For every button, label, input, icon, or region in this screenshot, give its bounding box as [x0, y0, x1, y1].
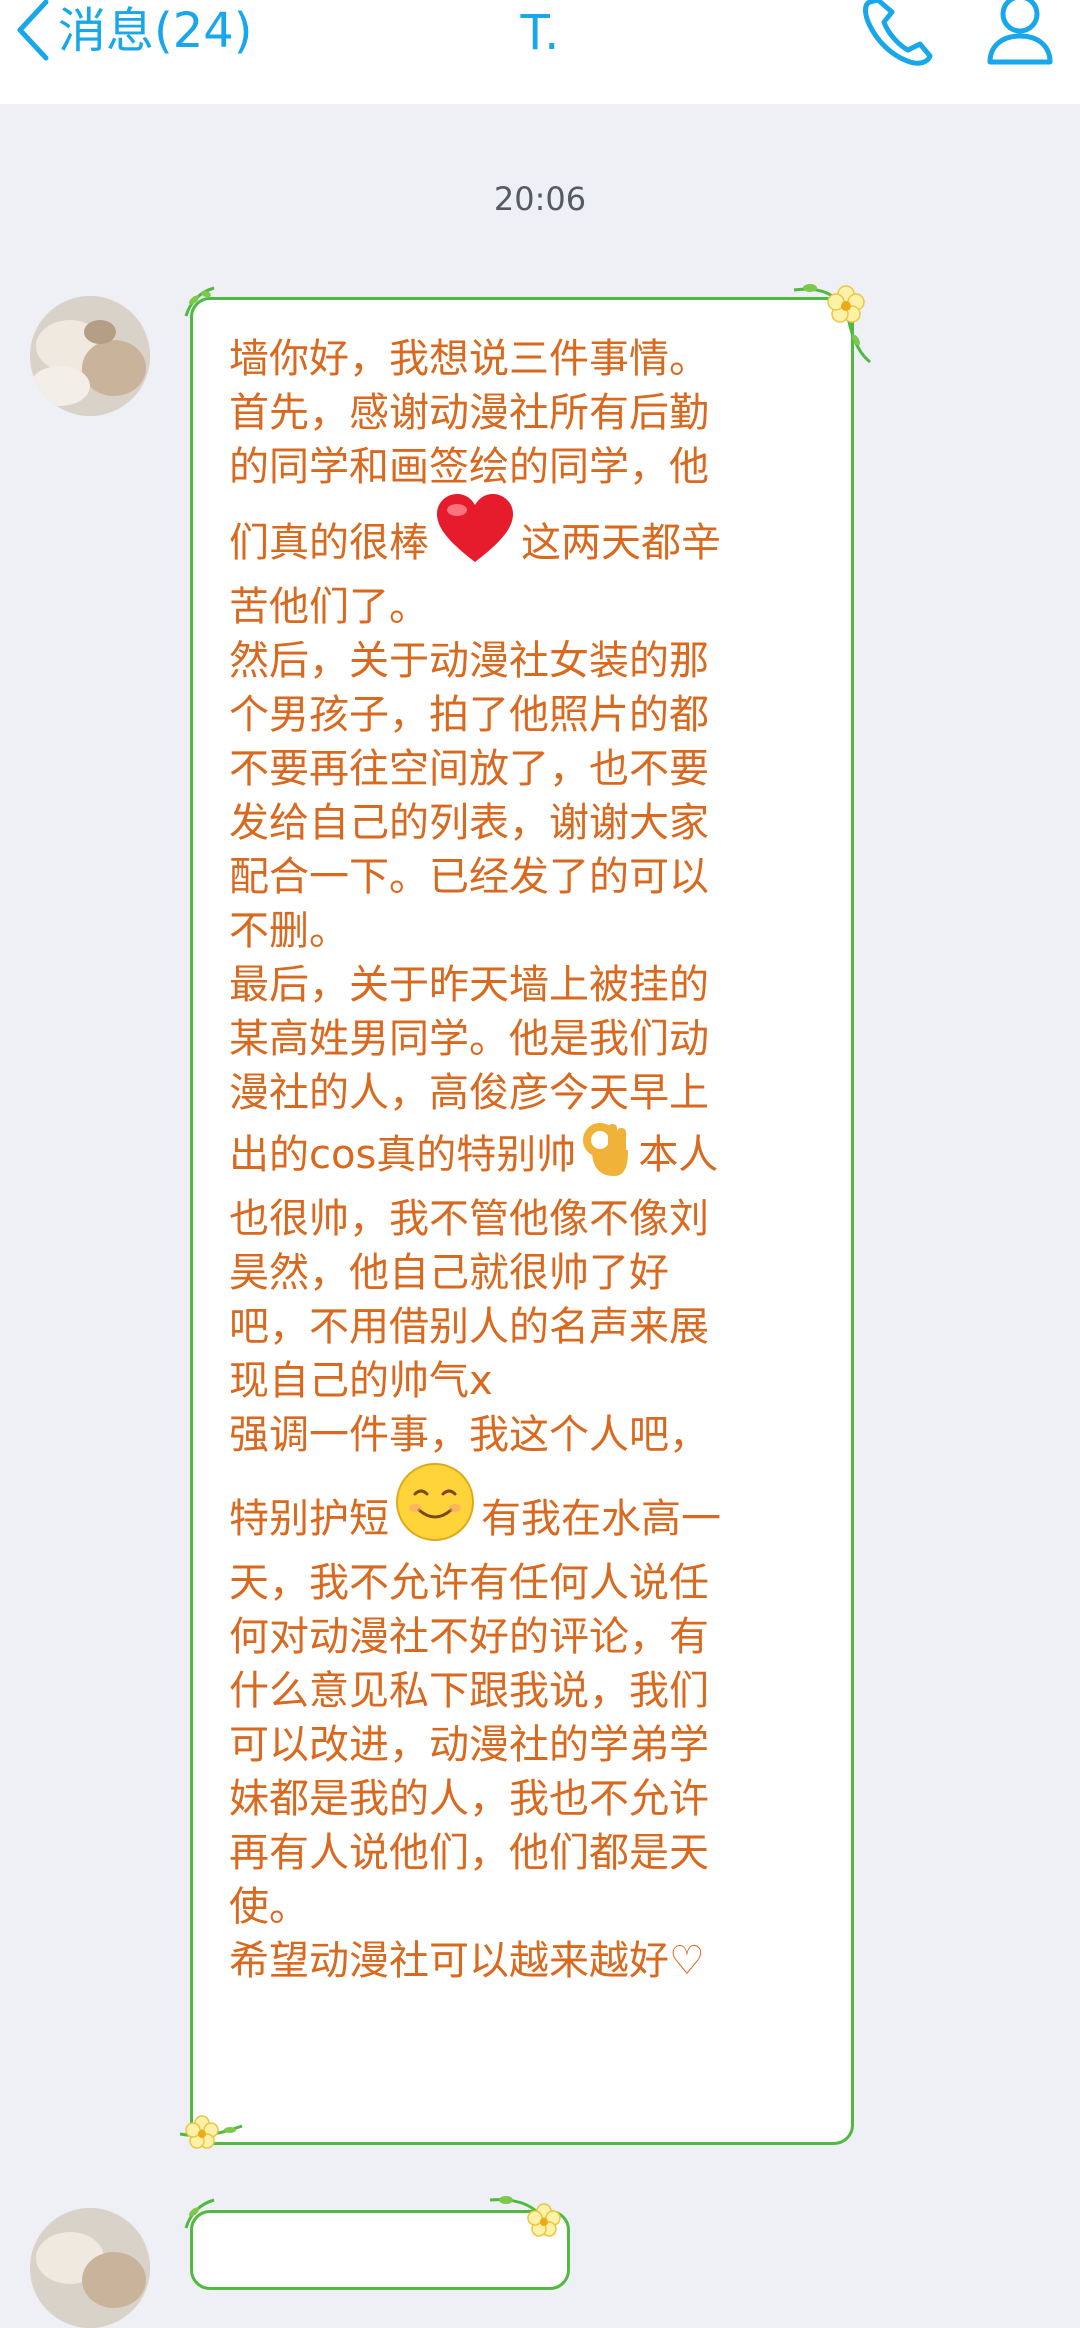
- message-text-segment: 特别护短: [229, 1496, 389, 1542]
- ok-hand-emoji: [582, 1120, 632, 1192]
- message-bubble[interactable]: 墙你好，我想说三件事情。 首先，感谢动漫社所有后勤 的同学和画签绘的同学，他 们…: [190, 297, 854, 2145]
- person-icon: [987, 0, 1053, 65]
- message-text-segment: 本人: [638, 1132, 719, 1178]
- profile-button[interactable]: [980, 0, 1060, 70]
- chevron-left-icon: [17, 0, 49, 61]
- sender-avatar[interactable]: [30, 2208, 150, 2328]
- red-heart-emoji: [435, 494, 515, 580]
- chat-header: 消息(24) T.: [0, 0, 1080, 104]
- message-text-segment: 墙你好，我想说三件事情。 首先，感谢动漫社所有后勤 的同学和画签绘的同学，他: [229, 336, 709, 490]
- smiling-face-emoji: [395, 1462, 475, 1556]
- message-text-segment: 们真的很棒: [229, 520, 429, 566]
- message-bubble[interactable]: [190, 2210, 570, 2290]
- message-text-segment: 也很帅，我不管他像不像刘 昊然，他自己就很帅了好 吧，不用借别人的名声来展 现自…: [229, 1196, 709, 1458]
- message-timestamp: 20:06: [493, 180, 587, 218]
- message-text-segment: 天，我不允许有任何人说任 何对动漫社不好的评论，有 什么意见私下跟我说，我们 可…: [229, 1560, 709, 1984]
- message-text-segment: 有我在水高一: [481, 1496, 721, 1542]
- sender-avatar[interactable]: [30, 296, 150, 416]
- phone-button[interactable]: [860, 0, 940, 70]
- message-text: 墙你好，我想说三件事情。 首先，感谢动漫社所有后勤 的同学和画签绘的同学，他 们…: [229, 332, 827, 1988]
- phone-icon: [863, 0, 933, 66]
- back-label: 消息(24): [58, 3, 253, 59]
- message-text-segment: 这两天都辛: [521, 520, 721, 566]
- message-text-segment: 出的cos真的特别帅: [229, 1132, 577, 1178]
- back-button[interactable]: 消息(24): [12, 0, 253, 62]
- message-text-segment: 苦他们了。 然后，关于动漫社女装的那 个男孩子，拍了他照片的都 不要再往空间放了…: [229, 584, 709, 1116]
